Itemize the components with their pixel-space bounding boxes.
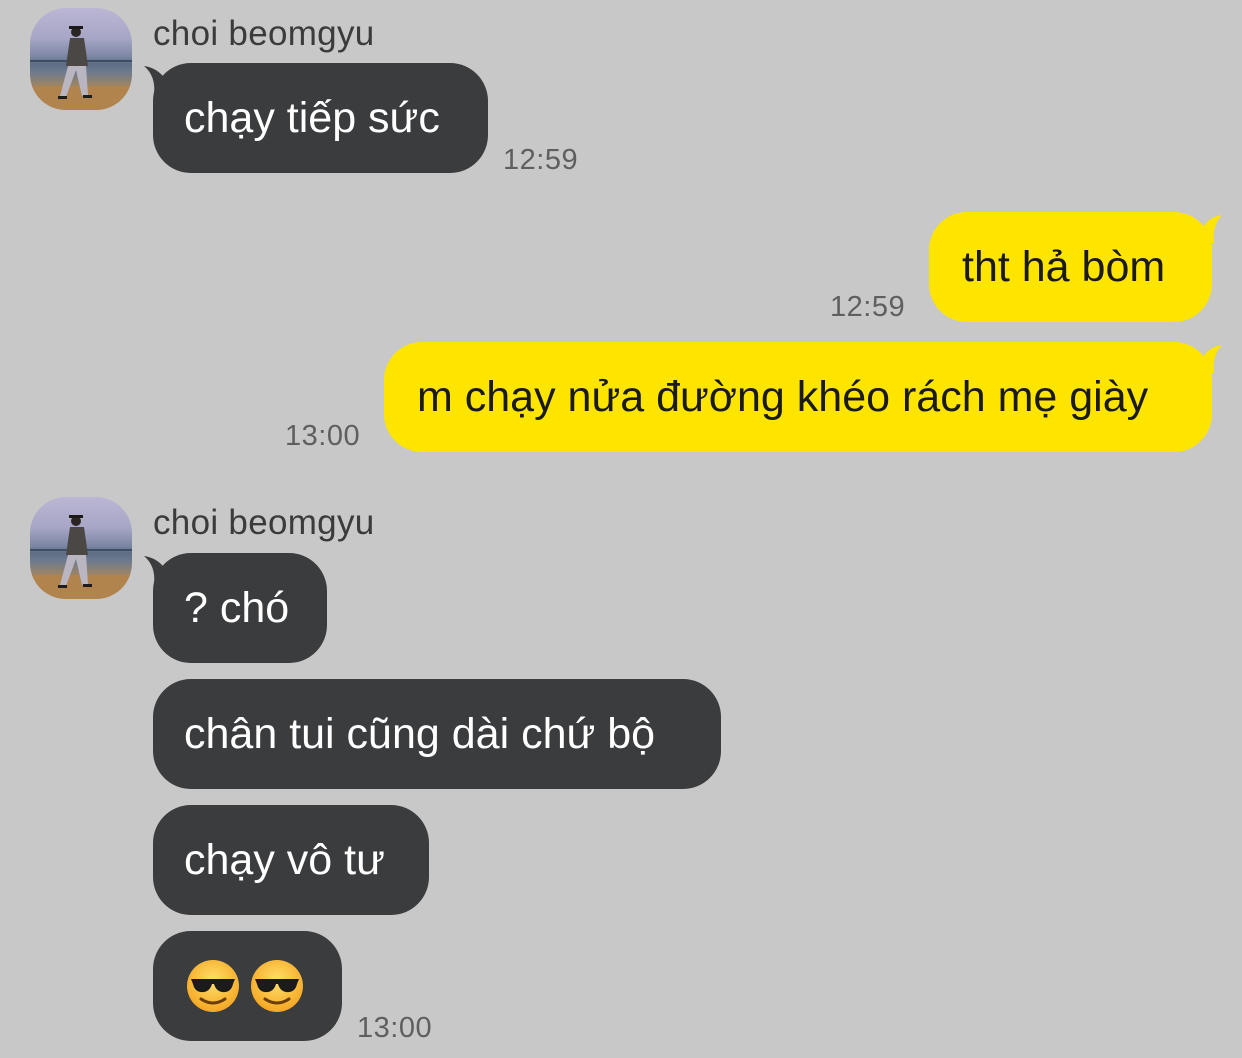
message-text: chạy tiếp sức xyxy=(184,93,440,142)
message-text: tht hả bòm xyxy=(962,242,1166,291)
message-timestamp: 12:59 xyxy=(830,291,906,323)
smiling-face-with-sunglasses-icon xyxy=(187,960,239,1012)
message-text: m chạy nửa đường khéo rách mẹ giày xyxy=(417,372,1149,421)
message-text: chân tui cũng dài chứ bộ xyxy=(184,709,656,758)
sender-name: choi beomgyu xyxy=(153,503,375,542)
avatar-photo xyxy=(30,515,132,599)
message-text: chạy vô tư xyxy=(184,835,385,884)
message-timestamp: 13:00 xyxy=(285,420,361,452)
message-text: ? chó xyxy=(184,583,290,632)
message-bubble-incoming[interactable]: chạy vô tư xyxy=(153,805,429,915)
sender-name: choi beomgyu xyxy=(153,14,375,53)
avatar-photo xyxy=(30,26,132,110)
message-bubble-incoming[interactable]: chạy tiếp sức xyxy=(153,63,488,173)
emoji-message xyxy=(186,959,304,1013)
message-timestamp: 13:00 xyxy=(357,1012,433,1044)
chat-thread: choi beomgyu chạy tiếp sức 12:59 tht hả … xyxy=(0,0,1242,1058)
message-bubble-incoming[interactable] xyxy=(153,931,342,1041)
avatar[interactable] xyxy=(30,8,132,110)
message-timestamp: 12:59 xyxy=(503,144,579,176)
avatar[interactable] xyxy=(30,497,132,599)
message-bubble-outgoing[interactable]: m chạy nửa đường khéo rách mẹ giày xyxy=(384,342,1212,452)
message-bubble-incoming[interactable]: chân tui cũng dài chứ bộ xyxy=(153,679,721,789)
message-bubble-incoming[interactable]: ? chó xyxy=(153,553,327,663)
smiling-face-with-sunglasses-icon xyxy=(251,960,303,1012)
message-bubble-outgoing[interactable]: tht hả bòm xyxy=(929,212,1212,322)
